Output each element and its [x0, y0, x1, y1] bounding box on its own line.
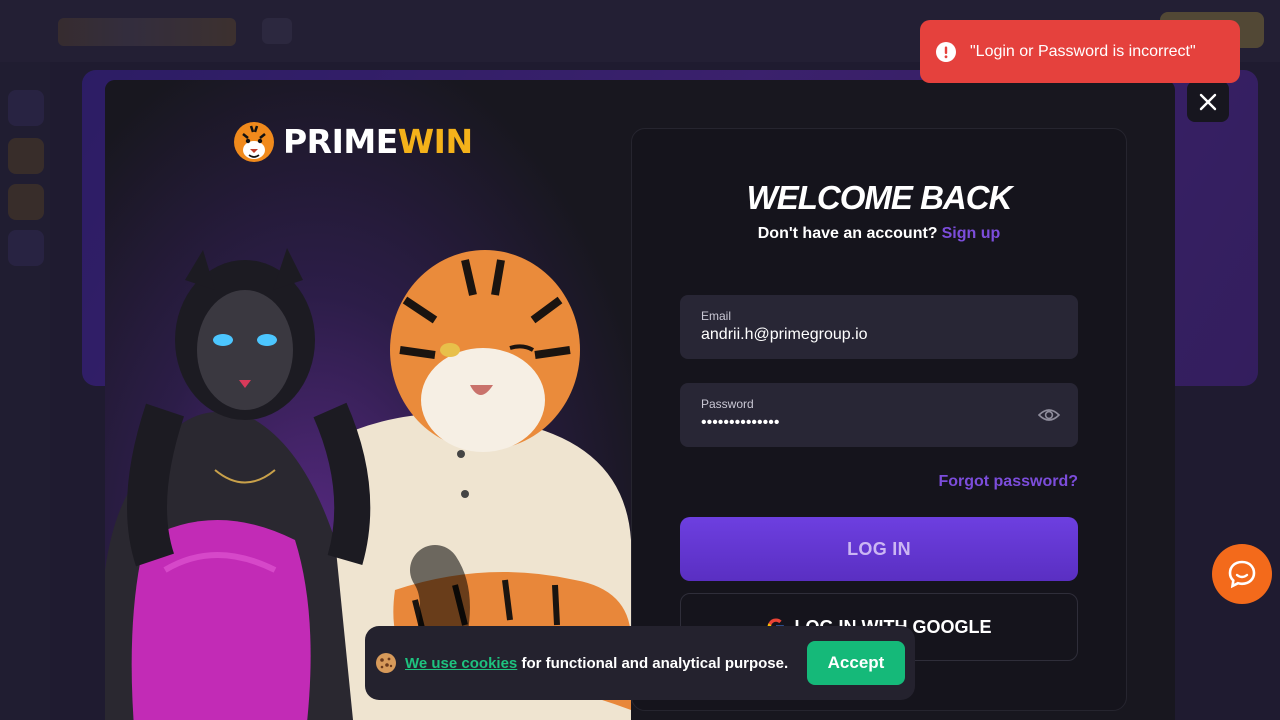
form-title: WELCOME BACK — [746, 179, 1013, 216]
modal-hero-panel: PRIMEWIN — [105, 80, 631, 720]
accept-cookies-button[interactable]: Accept — [807, 641, 905, 685]
cookie-policy-link[interactable]: We use cookies — [405, 655, 517, 672]
live-chat-button[interactable] — [1212, 544, 1272, 604]
login-form-panel: WELCOME BACK Don't have an account? Sign … — [631, 128, 1127, 711]
email-input[interactable]: andrii.h@primegroup.io — [701, 326, 868, 344]
brand-win-text: WIN — [397, 121, 473, 161]
show-password-eye-icon[interactable] — [1038, 405, 1060, 425]
login-button[interactable]: LOG IN — [680, 517, 1078, 581]
password-input[interactable]: •••••••••••••• — [701, 414, 779, 432]
forgot-password-link[interactable]: Forgot password? — [938, 473, 1078, 491]
close-icon — [1199, 93, 1217, 110]
close-modal-button[interactable] — [1187, 81, 1229, 122]
brand-wordmark: PRIMEWIN — [283, 122, 473, 161]
error-alert-icon — [936, 41, 956, 62]
cookie-banner: We use cookies for functional and analyt… — [365, 626, 915, 700]
chat-bubble-icon — [1228, 560, 1256, 589]
cookie-message: We use cookies for functional and analyt… — [405, 655, 788, 672]
password-label: Password — [701, 397, 754, 411]
email-field[interactable]: Email andrii.h@primegroup.io — [680, 295, 1078, 359]
login-modal: PRIMEWIN WELCOME BACK Don't have an acco… — [105, 80, 1175, 720]
signup-prompt: Don't have an account? Sign up — [632, 225, 1126, 243]
brand-logo: PRIMEWIN — [231, 118, 473, 164]
cookie-icon — [376, 653, 396, 673]
cookie-text: for functional and analytical purpose. — [521, 654, 789, 672]
signup-link[interactable]: Sign up — [942, 225, 1001, 242]
toast-message: "Login or Password is incorrect" — [970, 42, 1196, 60]
brand-prime-text: PRIME — [283, 121, 398, 161]
error-toast: "Login or Password is incorrect" — [920, 20, 1240, 83]
email-label: Email — [701, 309, 732, 323]
password-field[interactable]: Password •••••••••••••• — [680, 383, 1078, 447]
no-account-text: Don't have an account? — [757, 225, 938, 242]
tiger-logo-icon — [234, 122, 274, 162]
